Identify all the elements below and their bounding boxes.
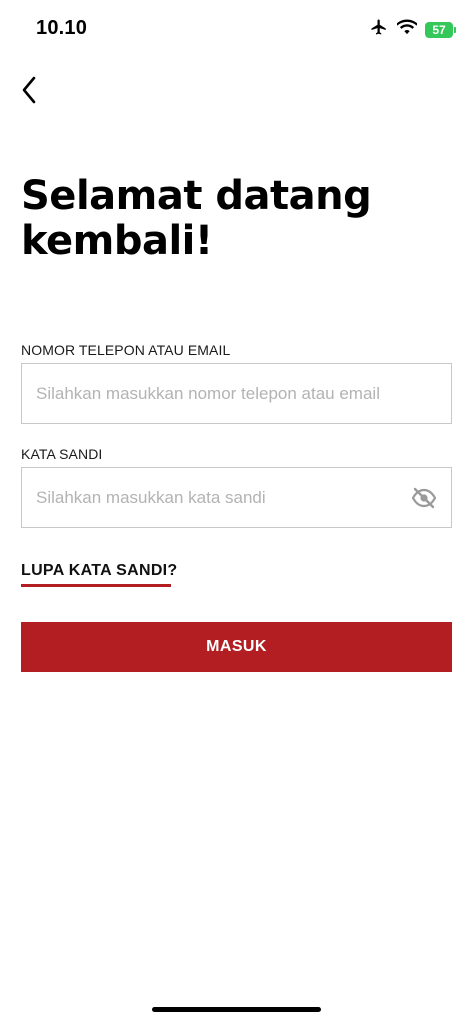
phone-email-label: NOMOR TELEPON ATAU EMAIL	[21, 342, 231, 358]
airplane-icon	[369, 18, 389, 41]
status-icons: 57	[369, 18, 456, 41]
phone-email-input[interactable]	[36, 383, 437, 404]
battery-icon: 57	[425, 21, 456, 38]
home-indicator	[152, 1007, 321, 1012]
battery-level: 57	[432, 22, 446, 37]
back-button[interactable]	[14, 74, 44, 106]
password-visibility-toggle[interactable]	[411, 485, 437, 511]
password-field[interactable]	[21, 467, 452, 528]
login-button[interactable]: MASUK	[21, 622, 452, 672]
forgot-password-underline	[21, 584, 171, 587]
password-input[interactable]	[36, 487, 403, 508]
chevron-left-icon	[22, 76, 36, 104]
status-bar: 10.10 57	[0, 0, 473, 58]
eye-off-icon	[411, 487, 437, 508]
page-title: Selamat datang kembali!	[21, 174, 441, 264]
page-title-line-1: Selamat datang	[21, 173, 372, 219]
page-title-line-2: kembali!	[21, 218, 213, 264]
password-label: KATA SANDI	[21, 446, 103, 462]
phone-email-field[interactable]	[21, 363, 452, 424]
status-time: 10.10	[36, 17, 88, 39]
forgot-password-link[interactable]: LUPA KATA SANDI?	[21, 562, 178, 580]
wifi-icon	[396, 19, 418, 40]
battery-cap	[454, 26, 456, 33]
